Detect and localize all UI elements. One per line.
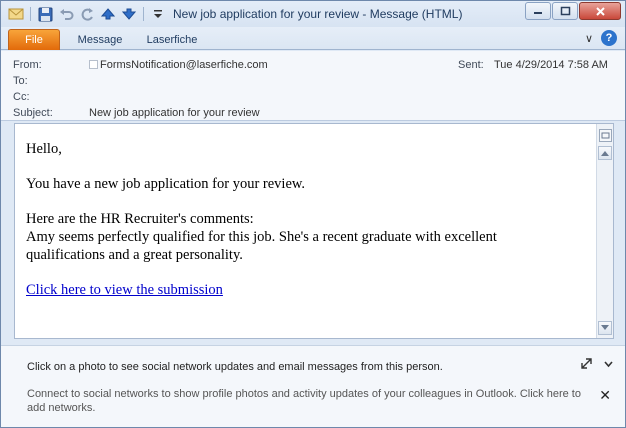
tab-message[interactable]: Message [71,29,129,50]
toolbar-separator [143,7,144,21]
subject-value: New job application for your review [89,107,260,119]
message-body: Hello, You have a new job application fo… [14,123,614,339]
help-icon[interactable]: ? [601,30,617,46]
save-icon[interactable] [36,5,54,23]
expand-icon[interactable] [581,358,592,372]
title-bar: New job application for your review - Me… [1,1,625,27]
up-arrow-icon[interactable] [99,5,117,23]
sent-value: Tue 4/29/2014 7:58 AM [494,59,608,71]
tab-laserfiche[interactable]: Laserfiche [141,29,203,50]
ribbon-right-controls: ∨ ? [585,30,617,46]
message-header: From: FormsNotification@laserfiche.com T… [1,51,625,121]
subject-label: Subject: [13,107,53,119]
zoom-icon[interactable] [598,127,612,143]
message-body-content: Hello, You have a new job application fo… [26,140,586,299]
ribbon-collapse-icon[interactable]: ∨ [585,32,593,45]
social-pane-title: Click on a photo to see social network u… [27,361,443,373]
close-button[interactable] [579,2,621,20]
greeting: Hello, [26,141,62,157]
comment-line: qualifications and a great personality. [26,247,243,263]
quick-access-toolbar [7,5,167,23]
from-address[interactable]: FormsNotification@laserfiche.com [100,59,268,71]
sent-label: Sent: [458,59,484,71]
maximize-button[interactable] [552,2,578,20]
tab-file[interactable]: File [8,29,60,50]
social-pane-controls [581,358,613,372]
chevron-down-icon[interactable] [604,359,613,371]
window-controls [525,2,621,20]
redo-icon[interactable] [78,5,96,23]
mail-icon[interactable] [7,5,25,23]
add-networks-link[interactable]: Connect to social networks to show profi… [27,387,593,415]
comment-line: Amy seems perfectly qualified for this j… [26,229,497,245]
social-connector-pane: Click on a photo to see social network u… [1,345,625,427]
ribbon-tabs: File Message Laserfiche ∨ ? [1,27,625,50]
from-label: From: [13,59,42,71]
scroll-up-button[interactable] [598,146,612,160]
view-submission-link[interactable]: Click here to view the submission [26,282,223,298]
to-label: To: [13,75,28,87]
window-title: New job application for your review - Me… [173,7,463,21]
contact-card-icon [89,60,98,69]
undo-icon[interactable] [57,5,75,23]
body-line: You have a new job application for your … [26,176,306,192]
from-value[interactable]: FormsNotification@laserfiche.com [89,59,268,71]
close-icon[interactable]: ✕ [599,388,611,402]
cc-label: Cc: [13,91,30,103]
scroll-down-button[interactable] [598,321,612,335]
minimize-button[interactable] [525,2,551,20]
down-arrow-icon[interactable] [120,5,138,23]
customize-dropdown-icon[interactable] [149,5,167,23]
comments-intro: Here are the HR Recruiter's comments: [26,211,254,227]
vertical-scrollbar[interactable] [596,124,613,338]
toolbar-separator [30,7,31,21]
message-window: New job application for your review - Me… [0,0,626,428]
